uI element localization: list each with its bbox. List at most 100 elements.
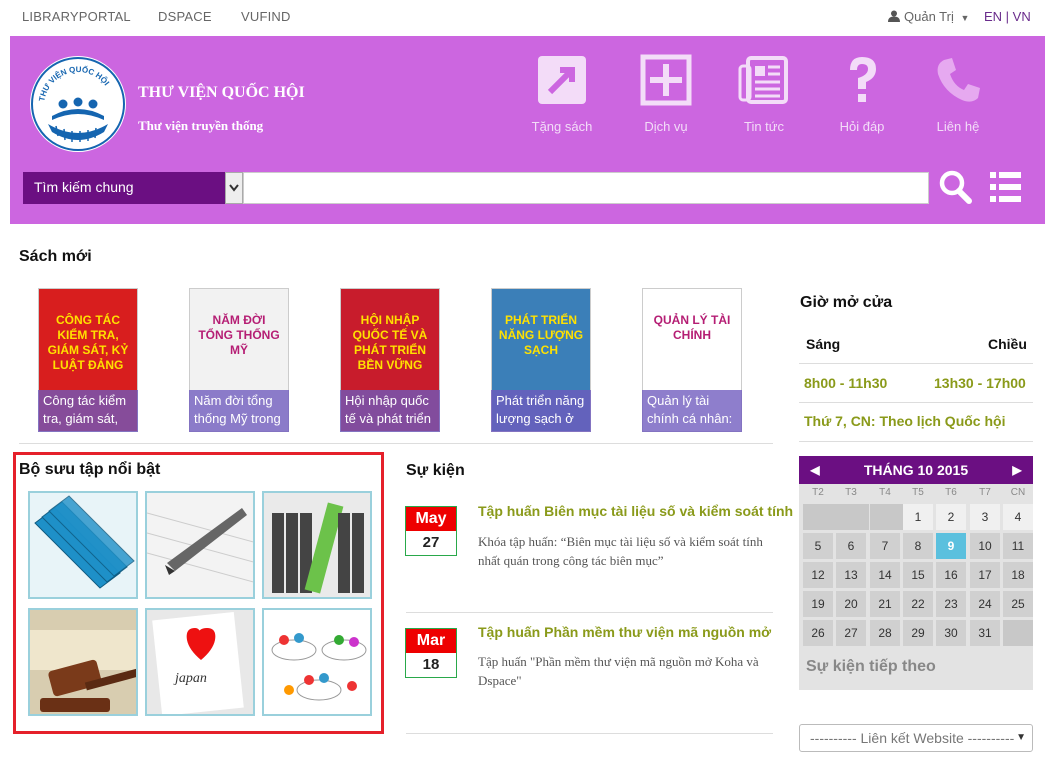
calendar-empty-cell — [803, 504, 836, 530]
calendar-day[interactable]: 20 — [836, 591, 866, 617]
book-cover-title: NĂM ĐỜI TỔNG THỐNG MỸ — [198, 313, 280, 357]
divider — [799, 402, 1033, 403]
collection-thumb-gavel[interactable] — [28, 608, 138, 716]
calendar-day[interactable]: 30 — [936, 620, 966, 646]
book-caption: Phát triển năng lượng sạch ở — [491, 390, 591, 432]
event-description: Tập huấn "Phần mềm thư viện mã nguồn mở … — [478, 654, 759, 688]
book-card[interactable]: QUẢN LÝ TÀI CHÍNH Quản lý tài chính cá nh… — [642, 288, 742, 432]
list-menu-icon — [990, 172, 1021, 202]
header-banner: THƯ VIỆN QUỐC HỘI THƯ VIỆN QUỐC HỘI Thư … — [10, 36, 1045, 224]
calendar-dow: T5 — [912, 487, 924, 498]
book-caption: Quản lý tài chính cá nhân: — [642, 390, 742, 432]
link-libraryportal[interactable]: LIBRARYPORTAL — [22, 9, 131, 24]
calendar-day[interactable]: 15 — [903, 562, 933, 588]
calendar-day[interactable]: 26 — [803, 620, 833, 646]
plus-box-icon — [640, 54, 692, 106]
hours-title: Giờ mở cửa — [800, 294, 893, 311]
calendar-day[interactable]: 1 — [903, 504, 933, 530]
calendar-day[interactable]: 19 — [803, 591, 833, 617]
menu-button[interactable] — [988, 170, 1024, 204]
new-books-title: Sách mới — [19, 248, 92, 265]
book-caption: Năm đời tổng thống Mỹ trong — [189, 390, 289, 432]
calendar-day[interactable]: 21 — [870, 591, 900, 617]
search-type-select[interactable]: Tìm kiếm chung — [23, 172, 243, 204]
nav-tin-tuc[interactable]: Tin tức — [724, 54, 804, 134]
collection-thumb-books[interactable] — [28, 491, 138, 599]
calendar-day[interactable]: 6 — [836, 533, 866, 559]
calendar-day[interactable]: 16 — [936, 562, 966, 588]
library-logo[interactable]: THƯ VIỆN QUỐC HỘI — [30, 56, 126, 152]
divider — [406, 733, 773, 734]
calendar-day[interactable]: 10 — [970, 533, 1000, 559]
calendar-day[interactable]: 14 — [870, 562, 900, 588]
calendar-day[interactable]: 2 — [936, 504, 966, 530]
afternoon-hours: 13h30 - 17h00 — [934, 375, 1026, 391]
calendar-day[interactable]: 12 — [803, 562, 833, 588]
calendar-day[interactable]: 23 — [936, 591, 966, 617]
event-description: Khóa tập huấn: “Biên mục tài liệu số và … — [478, 534, 763, 568]
website-links-value: ---------- Liên kết Website ---------- — [810, 730, 1015, 746]
nav-lien-he[interactable]: Liên hệ — [918, 54, 998, 134]
calendar-day[interactable]: 29 — [903, 620, 933, 646]
calendar-day[interactable]: 22 — [903, 591, 933, 617]
collection-thumb-binders[interactable] — [262, 491, 372, 599]
collection-thumb-japan[interactable]: japan — [145, 608, 255, 716]
site-title[interactable]: THƯ VIỆN QUỐC HỘI — [138, 84, 305, 102]
calendar-header: ◀ THÁNG 10 2015 ▶ — [799, 456, 1033, 484]
nav-tang-sach[interactable]: Tặng sách — [522, 54, 602, 134]
featured-collections: Bộ sưu tập nổi bật japan — [13, 452, 384, 734]
nav-hoi-dap[interactable]: Hỏi đáp — [822, 54, 902, 134]
calendar-dow: T6 — [945, 487, 957, 498]
divider — [799, 363, 1033, 364]
prev-month-icon[interactable]: ◀ — [805, 456, 825, 484]
afternoon-label: Chiều — [988, 336, 1027, 352]
nav-dich-vu[interactable]: Dịch vụ — [626, 54, 706, 134]
nav-label: Dịch vụ — [644, 119, 688, 134]
collection-thumb-network[interactable] — [262, 608, 372, 716]
calendar-day[interactable]: 31 — [970, 620, 1000, 646]
calendar-day[interactable]: 5 — [803, 533, 833, 559]
book-cover-title: CÔNG TÁC KIỂM TRA, GIÁM SÁT, KỶ LUẬT ĐẢN… — [47, 313, 129, 372]
calendar-day[interactable]: 28 — [870, 620, 900, 646]
language-switcher[interactable]: EN | VN — [984, 9, 1031, 24]
calendar-day[interactable]: 9 — [936, 533, 966, 559]
user-icon — [888, 10, 900, 22]
divider — [19, 443, 773, 444]
event-month: May — [406, 507, 456, 531]
calendar-day[interactable]: 3 — [970, 504, 1000, 530]
i-love-japan-image: japan — [147, 610, 253, 714]
calendar-day[interactable]: 8 — [903, 533, 933, 559]
link-vufind[interactable]: VUFIND — [241, 9, 291, 24]
morning-hours: 8h00 - 11h30 — [804, 375, 888, 391]
calendar-day[interactable]: 4 — [1003, 504, 1033, 530]
phone-icon — [937, 58, 980, 102]
event-title-link[interactable]: Tập huấn Biên mục tài liệu số và kiểm so… — [478, 503, 793, 519]
calendar-day[interactable]: 17 — [970, 562, 1000, 588]
next-events-link[interactable]: Sự kiện tiếp theo — [806, 658, 936, 676]
event-date-badge: May 27 — [405, 506, 457, 556]
search-button[interactable] — [938, 168, 974, 206]
book-card[interactable]: CÔNG TÁC KIỂM TRA, GIÁM SÁT, KỶ LUẬT ĐẢN… — [38, 288, 138, 432]
search-icon — [939, 170, 972, 204]
calendar-dow: T3 — [845, 487, 857, 498]
book-card[interactable]: PHÁT TRIỂN NĂNG LƯỢNG SẠCH Phát triển năn… — [491, 288, 591, 432]
next-month-icon[interactable]: ▶ — [1007, 456, 1027, 484]
calendar-day[interactable]: 24 — [970, 591, 1000, 617]
user-menu[interactable]: Quản Trị ▼ — [888, 9, 969, 24]
website-links-select[interactable]: ---------- Liên kết Website ---------- ▼ — [799, 724, 1033, 752]
book-cover-title: HỘI NHẬP QUỐC TẾ VÀ PHÁT TRIỂN BỀN VỮNG — [352, 313, 428, 372]
link-dspace[interactable]: DSPACE — [158, 9, 212, 24]
calendar-day[interactable]: 7 — [870, 533, 900, 559]
collection-thumb-pen[interactable] — [145, 491, 255, 599]
book-caption: Hội nhập quốc tế và phát triển — [340, 390, 440, 432]
caret-down-icon: ▼ — [1016, 732, 1026, 743]
search-input[interactable] — [243, 172, 929, 204]
calendar-day[interactable]: 11 — [1003, 533, 1033, 559]
calendar-day[interactable]: 13 — [836, 562, 866, 588]
book-card[interactable]: HỘI NHẬP QUỐC TẾ VÀ PHÁT TRIỂN BỀN VỮNG H… — [340, 288, 440, 432]
event-title-link[interactable]: Tập huấn Phần mềm thư viện mã nguồn mở — [478, 624, 771, 640]
calendar-day[interactable]: 27 — [836, 620, 866, 646]
calendar-day[interactable]: 25 — [1003, 591, 1033, 617]
calendar-day[interactable]: 18 — [1003, 562, 1033, 588]
book-card[interactable]: NĂM ĐỜI TỔNG THỐNG MỸ Năm đời tổng thống … — [189, 288, 289, 432]
